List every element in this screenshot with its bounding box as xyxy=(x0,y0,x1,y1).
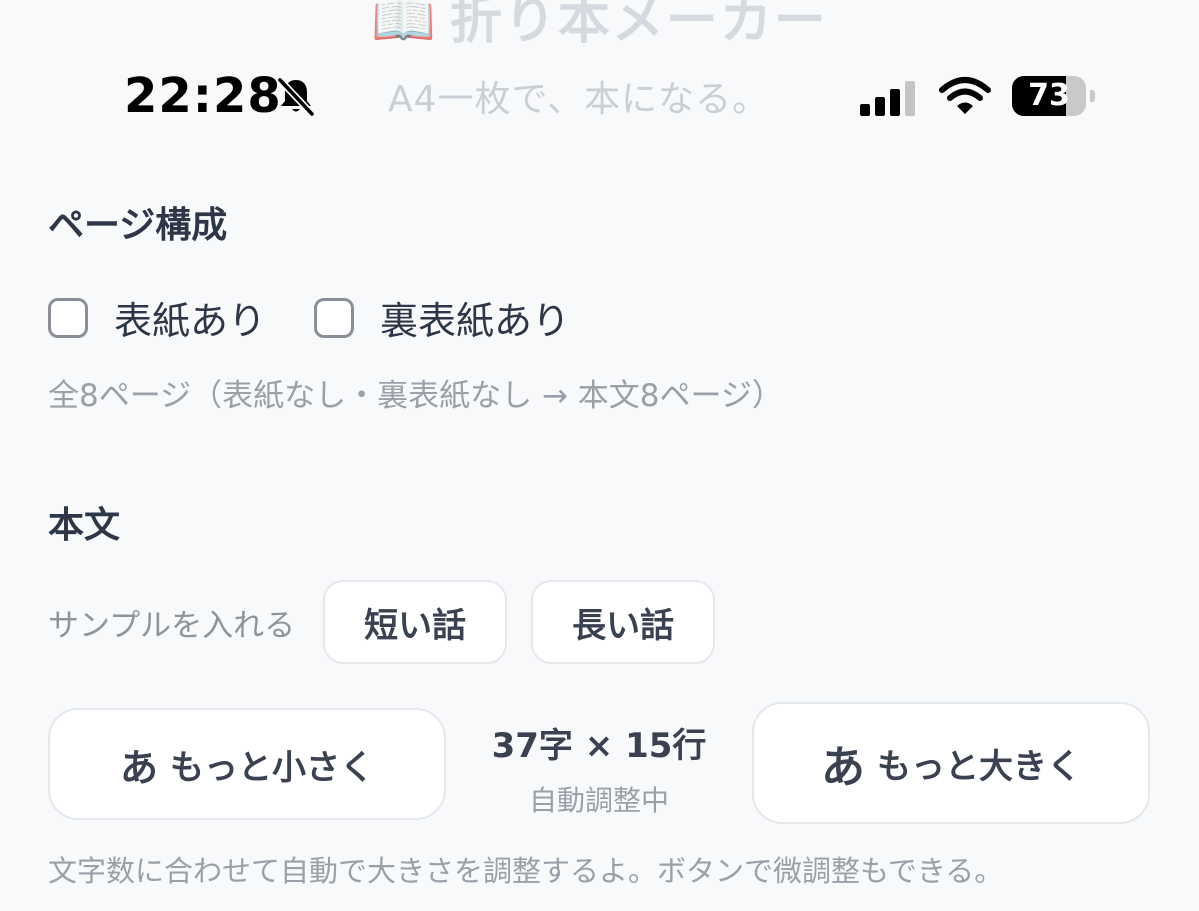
status-time: 22:28 xyxy=(124,68,282,124)
back-cover-checkbox[interactable]: 裏表紙あり xyxy=(314,290,570,345)
front-cover-checkbox[interactable]: 表紙あり xyxy=(48,290,266,345)
wifi-icon xyxy=(939,77,991,114)
battery-level-text: 73 xyxy=(1028,78,1070,113)
sample-insert-label: サンプルを入れる xyxy=(48,607,296,644)
front-cover-checkbox-box[interactable] xyxy=(48,297,88,338)
cover-options: 表紙あり 裏表紙あり xyxy=(48,290,618,345)
body-text-heading: 本文 xyxy=(48,505,121,546)
front-cover-label[interactable]: 表紙あり xyxy=(114,290,266,345)
app-title: 📖 折り本メーカー xyxy=(0,0,1199,53)
battery-nub xyxy=(1090,90,1095,102)
page-structure-heading: ページ構成 xyxy=(48,205,228,246)
small-a-glyph: あ xyxy=(119,745,158,790)
larger-text-button[interactable]: あ もっと大きく xyxy=(752,702,1150,824)
auto-size-note: 文字数に合わせて自動で大きさを調整するよ。ボタンで微調整もできる。 xyxy=(48,854,1004,888)
smaller-text-button[interactable]: あ もっと小さく xyxy=(48,708,446,820)
auto-adjust-status: 自動調整中 xyxy=(528,784,669,817)
app-subtitle: A4一枚で、本になる。 xyxy=(388,79,770,120)
long-story-button[interactable]: 長い話 xyxy=(531,580,716,664)
cellular-signal-icon xyxy=(860,81,915,116)
back-cover-label[interactable]: 裏表紙あり xyxy=(380,290,570,345)
back-cover-checkbox-box[interactable] xyxy=(314,297,355,338)
smaller-text-label: もっと小さく xyxy=(170,747,374,788)
app-title-text: 折り本メーカー xyxy=(449,0,828,51)
battery-indicator: 73 xyxy=(1012,76,1095,118)
larger-text-label: もっと大きく xyxy=(877,746,1081,787)
bell-slash-icon xyxy=(277,77,315,117)
large-a-glyph: あ xyxy=(821,742,865,793)
sample-insert-row: サンプルを入れる 短い話 長い話 xyxy=(48,580,739,664)
grid-size-value: 37字 × 15行 xyxy=(491,726,707,766)
short-story-button[interactable]: 短い話 xyxy=(323,580,508,664)
book-icon: 📖 xyxy=(371,0,438,51)
text-grid-info: 37字 × 15行 自動調整中 xyxy=(450,718,748,819)
page-count-summary: 全8ページ（表紙なし・裏表紙なし → 本文8ページ） xyxy=(48,378,783,414)
